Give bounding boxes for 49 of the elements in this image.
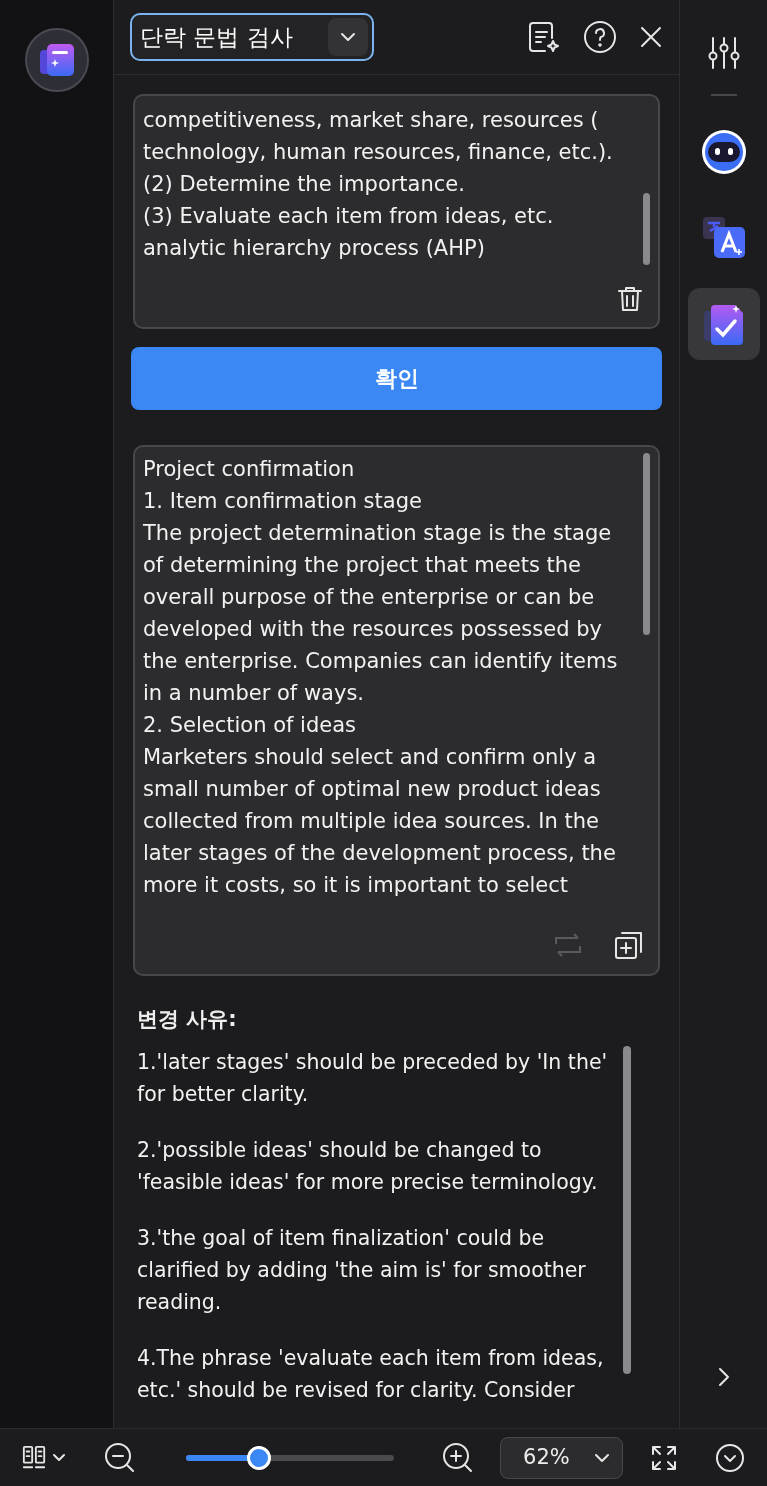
close-icon[interactable] xyxy=(639,25,663,49)
fullscreen-icon[interactable] xyxy=(651,1444,677,1471)
scrollbar[interactable] xyxy=(623,1045,631,1374)
text-line: (2) Determine the importance. xyxy=(143,171,466,198)
text-line: in a number of ways. xyxy=(143,680,365,707)
rail-tab[interactable] xyxy=(687,288,760,360)
text-line: Project confirmation xyxy=(143,456,356,483)
chevron-down-icon[interactable] xyxy=(594,1452,610,1463)
reason-text: 3.'the goal of item finalization' could be clarified by adding 'the aim is' for smoother reading. xyxy=(137,1224,587,1316)
chevron-down-icon[interactable] xyxy=(340,32,356,42)
text-line: small number of optimal new product ideas xyxy=(143,776,602,803)
reason-text: 2.'possible ideas' should be changed to 'feasible ideas' for more precise terminology. xyxy=(137,1136,599,1196)
chevron-right-icon[interactable] xyxy=(717,1366,730,1387)
slider-track[interactable] xyxy=(186,1454,395,1461)
text-line: developed with the resources possessed by xyxy=(143,616,603,643)
app-logo-icon[interactable] xyxy=(24,28,89,92)
text-line: Marketers should select and confirm only a xyxy=(143,744,598,771)
scrollbar[interactable] xyxy=(643,193,650,265)
reason-text: 1.'later stages' should be preceded by 'In the' for better clarity. xyxy=(137,1048,609,1108)
text-line: more it costs, so it is important to select xyxy=(143,872,569,899)
text-line: competitiveness, market share, resources ( xyxy=(143,107,600,134)
translate-icon[interactable] xyxy=(700,215,747,261)
reasons-title: 변경 사유: xyxy=(137,1006,238,1033)
zoom-in-icon[interactable] xyxy=(442,1441,475,1474)
reason-text: 4.The phrase 'evaluate each item from ideas, etc.' should be revised for clarity. Consider xyxy=(137,1344,605,1404)
text-line: overall purpose of the enterprise or can be xyxy=(143,584,596,611)
text-line: of determining the project that meets the xyxy=(143,552,582,579)
trash-icon[interactable] xyxy=(616,285,644,313)
text-line: 1. Item confirmation stage xyxy=(143,488,423,515)
text-line: technology, human resources, finance, etc.). xyxy=(143,139,614,166)
text-line: analytic hierarchy process (AHP) xyxy=(143,235,486,262)
zoom-out-icon[interactable] xyxy=(104,1441,137,1474)
scrollbar[interactable] xyxy=(643,453,650,635)
mode-dropdown[interactable]: 단락 문법 검사 xyxy=(130,13,374,61)
robot-icon[interactable] xyxy=(699,128,748,176)
text-line: 2. Selection of ideas xyxy=(143,712,357,739)
chevron-circle-icon[interactable] xyxy=(715,1442,745,1473)
text-line: collected from multiple idea sources. In the xyxy=(143,808,600,835)
text-line: (3) Evaluate each item from ideas, etc. xyxy=(143,203,555,230)
text-line: The project determination stage is the stage xyxy=(143,520,613,547)
slider-thumb[interactable] xyxy=(246,1445,271,1470)
text-line: the enterprise. Companies can identify items xyxy=(143,648,619,675)
text-line: later stages of the development process, the xyxy=(143,840,617,867)
help-icon[interactable] xyxy=(583,20,617,54)
document-sparkle-icon[interactable] xyxy=(527,20,561,54)
sliders-icon[interactable] xyxy=(706,36,741,70)
zoom-dropdown[interactable]: 62% xyxy=(500,1436,623,1479)
chevron-down-icon[interactable] xyxy=(52,1453,67,1463)
copy-plus-icon[interactable] xyxy=(614,930,644,960)
